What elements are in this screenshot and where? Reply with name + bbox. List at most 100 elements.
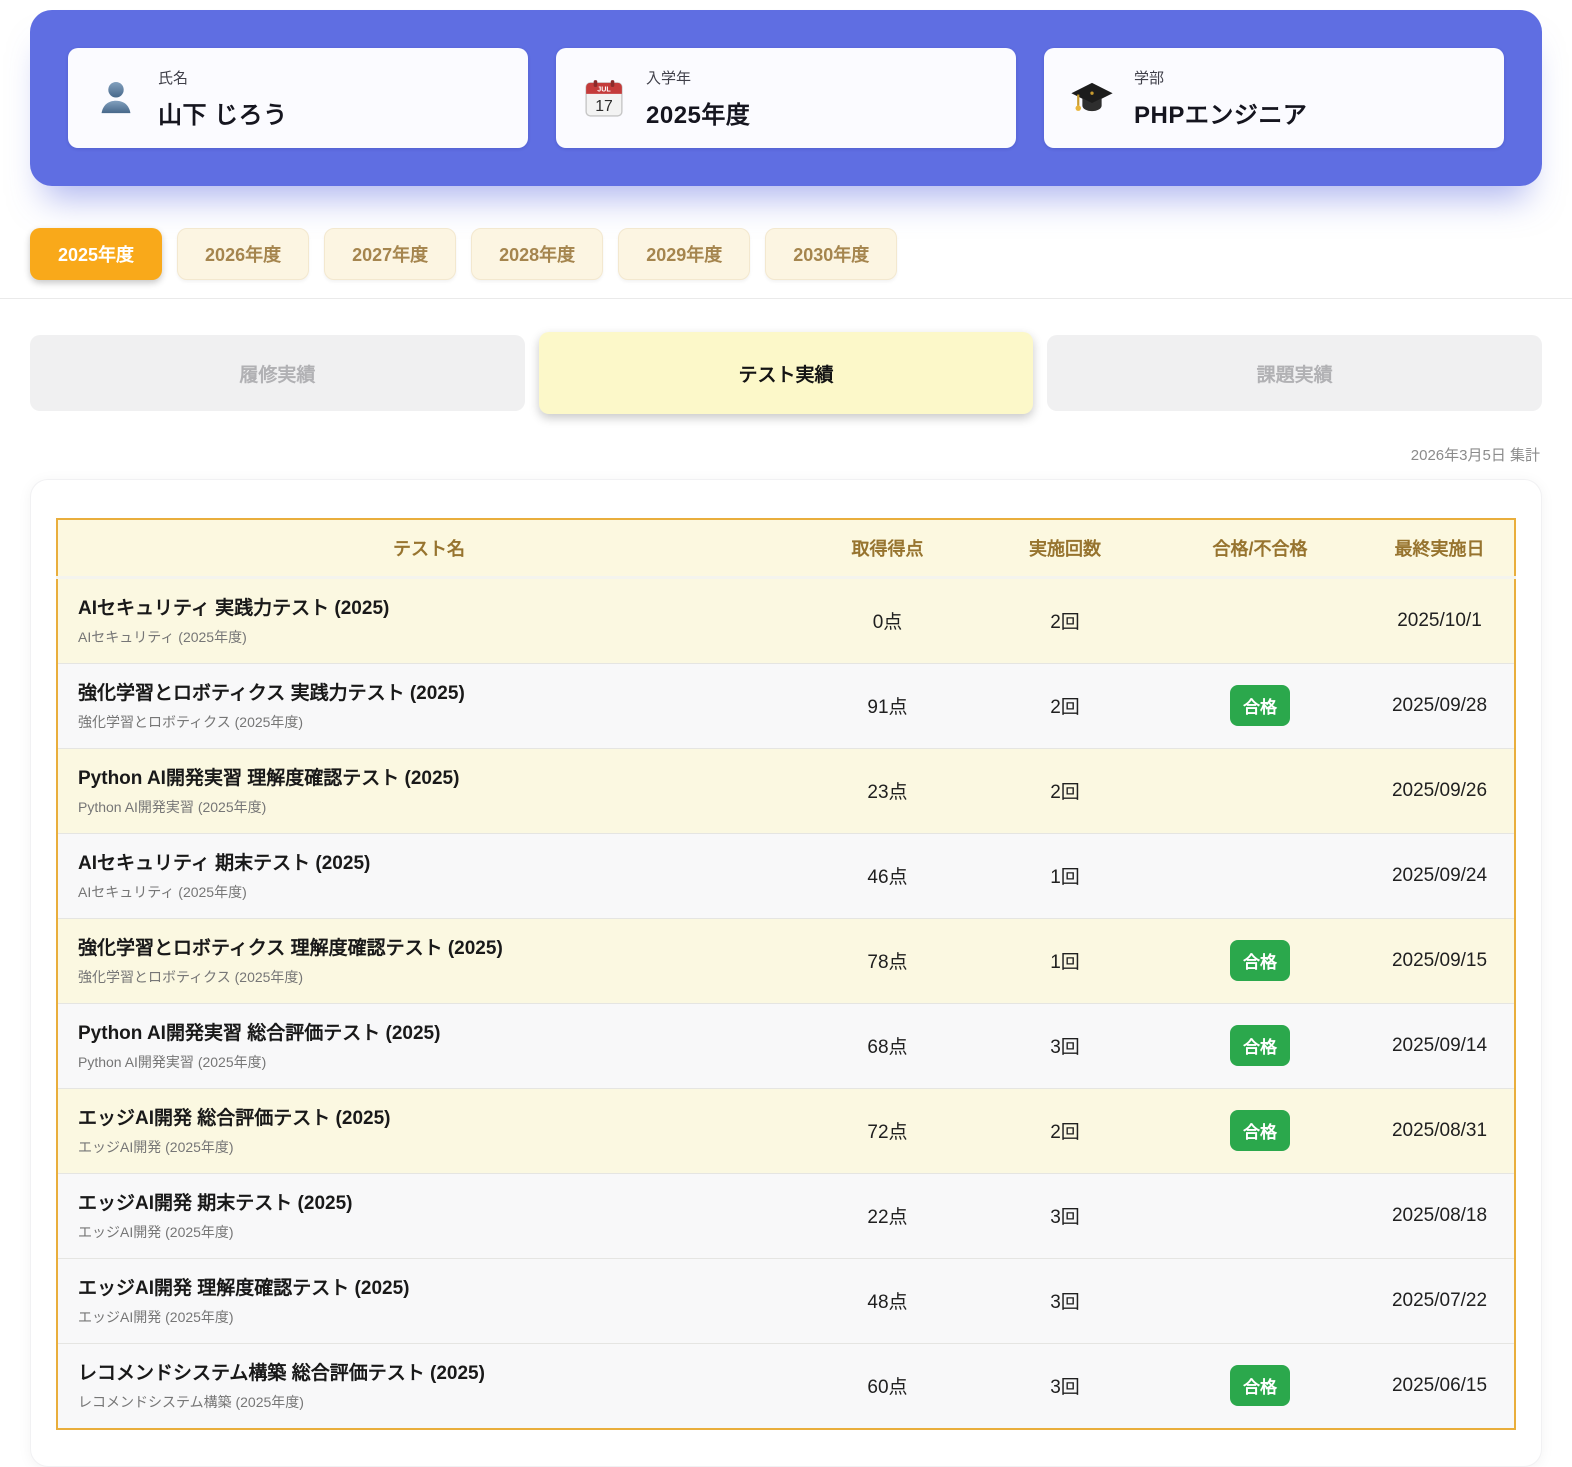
last-taken-date: 2025/10/1 <box>1365 577 1515 663</box>
course-name: エッジAI開発 (2025年度) <box>78 1222 790 1242</box>
table-row: AIセキュリティ 実践力テスト (2025) AIセキュリティ (2025年度)… <box>57 577 1515 663</box>
pass-badge: 合格 <box>1230 685 1290 726</box>
pass-badge: 合格 <box>1230 1025 1290 1066</box>
student-name-card: 氏名 山下 じろう <box>68 48 528 148</box>
table-row: エッジAI開発 期末テスト (2025) エッジAI開発 (2025年度) 22… <box>57 1173 1515 1258</box>
score-cell: 91点 <box>800 663 975 748</box>
result-cell <box>1155 833 1365 918</box>
attempts-cell: 2回 <box>975 663 1155 748</box>
test-name: エッジAI開発 総合評価テスト (2025) <box>78 1103 790 1130</box>
score-cell: 72点 <box>800 1088 975 1173</box>
result-cell: 合格 <box>1155 918 1365 1003</box>
table-row: 強化学習とロボティクス 理解度確認テスト (2025) 強化学習とロボティクス … <box>57 918 1515 1003</box>
enrollment-year: 2025年度 <box>646 95 750 130</box>
divider <box>0 298 1572 299</box>
test-name: Python AI開発実習 理解度確認テスト (2025) <box>78 763 790 790</box>
test-name: レコメンドシステム構築 総合評価テスト (2025) <box>78 1358 790 1385</box>
faculty-field: 学部 PHPエンジニア <box>1134 67 1307 130</box>
result-cell: 合格 <box>1155 1088 1365 1173</box>
attempts-cell: 2回 <box>975 1088 1155 1173</box>
section-tab[interactable]: 課題実績 <box>1047 335 1542 411</box>
field-label: 学部 <box>1134 67 1307 88</box>
faculty-card: 学部 PHPエンジニア <box>1044 48 1504 148</box>
attempts-cell: 3回 <box>975 1343 1155 1429</box>
attempts-cell: 1回 <box>975 833 1155 918</box>
section-tab[interactable]: テスト実績 <box>539 332 1034 414</box>
year-tab[interactable]: 2028年度 <box>471 228 603 280</box>
enrollment-year-card: JUL 17 入学年 2025年度 <box>556 48 1016 148</box>
table-header-row: テスト名 取得得点 実施回数 合格/不合格 最終実施日 <box>57 519 1515 577</box>
svg-text:17: 17 <box>595 98 613 115</box>
field-label: 氏名 <box>158 67 288 88</box>
test-name: 強化学習とロボティクス 実践力テスト (2025) <box>78 678 790 705</box>
pass-badge: 合格 <box>1230 1110 1290 1151</box>
attempts-cell: 2回 <box>975 577 1155 663</box>
column-attempts: 実施回数 <box>975 519 1155 577</box>
last-taken-date: 2025/09/28 <box>1365 663 1515 748</box>
test-name: エッジAI開発 理解度確認テスト (2025) <box>78 1273 790 1300</box>
attempts-cell: 3回 <box>975 1003 1155 1088</box>
result-cell <box>1155 577 1365 663</box>
result-cell: 合格 <box>1155 1343 1365 1429</box>
graduation-cap-icon <box>1070 76 1114 120</box>
course-name: レコメンドシステム構築 (2025年度) <box>78 1392 790 1412</box>
result-cell: 合格 <box>1155 663 1365 748</box>
year-tab[interactable]: 2026年度 <box>177 228 309 280</box>
result-cell <box>1155 1173 1365 1258</box>
test-name: Python AI開発実習 総合評価テスト (2025) <box>78 1018 790 1045</box>
last-taken-date: 2025/09/26 <box>1365 748 1515 833</box>
year-tab[interactable]: 2027年度 <box>324 228 456 280</box>
test-name: 強化学習とロボティクス 理解度確認テスト (2025) <box>78 933 790 960</box>
result-cell <box>1155 1258 1365 1343</box>
column-score: 取得得点 <box>800 519 975 577</box>
attempts-cell: 2回 <box>975 748 1155 833</box>
course-name: 強化学習とロボティクス (2025年度) <box>78 967 790 987</box>
table-row: AIセキュリティ 期末テスト (2025) AIセキュリティ (2025年度) … <box>57 833 1515 918</box>
field-label: 入学年 <box>646 67 750 88</box>
course-name: エッジAI開発 (2025年度) <box>78 1137 790 1157</box>
test-name: エッジAI開発 期末テスト (2025) <box>78 1188 790 1215</box>
last-taken-date: 2025/09/24 <box>1365 833 1515 918</box>
table-row: エッジAI開発 理解度確認テスト (2025) エッジAI開発 (2025年度)… <box>57 1258 1515 1343</box>
year-tab[interactable]: 2025年度 <box>30 228 162 280</box>
score-cell: 23点 <box>800 748 975 833</box>
score-cell: 0点 <box>800 577 975 663</box>
table-row: エッジAI開発 総合評価テスト (2025) エッジAI開発 (2025年度) … <box>57 1088 1515 1173</box>
test-name: AIセキュリティ 実践力テスト (2025) <box>78 593 790 620</box>
last-taken-date: 2025/08/18 <box>1365 1173 1515 1258</box>
course-name: Python AI開発実習 (2025年度) <box>78 797 790 817</box>
course-name: Python AI開発実習 (2025年度) <box>78 1052 790 1072</box>
attempts-cell: 3回 <box>975 1173 1155 1258</box>
course-name: AIセキュリティ (2025年度) <box>78 627 790 647</box>
year-tab[interactable]: 2030年度 <box>765 228 897 280</box>
faculty-name: PHPエンジニア <box>1134 95 1307 130</box>
score-cell: 46点 <box>800 833 975 918</box>
course-name: エッジAI開発 (2025年度) <box>78 1307 790 1327</box>
score-cell: 78点 <box>800 918 975 1003</box>
score-cell: 48点 <box>800 1258 975 1343</box>
last-taken-date: 2025/06/15 <box>1365 1343 1515 1429</box>
section-tabs: 履修実績テスト実績課題実績 <box>30 332 1542 414</box>
course-name: AIセキュリティ (2025年度) <box>78 882 790 902</box>
table-row: Python AI開発実習 理解度確認テスト (2025) Python AI開… <box>57 748 1515 833</box>
section-tab[interactable]: 履修実績 <box>30 335 525 411</box>
result-cell <box>1155 748 1365 833</box>
table-row: Python AI開発実習 総合評価テスト (2025) Python AI開発… <box>57 1003 1515 1088</box>
svg-text:JUL: JUL <box>597 86 611 94</box>
aggregation-date: 2026年3月5日 集計 <box>32 444 1540 465</box>
enrollment-year-field: 入学年 2025年度 <box>646 67 750 130</box>
attempts-cell: 3回 <box>975 1258 1155 1343</box>
calendar-icon: JUL 17 <box>582 76 626 120</box>
pass-badge: 合格 <box>1230 940 1290 981</box>
attempts-cell: 1回 <box>975 918 1155 1003</box>
column-pass-fail: 合格/不合格 <box>1155 519 1365 577</box>
column-test-name: テスト名 <box>57 519 800 577</box>
test-name: AIセキュリティ 期末テスト (2025) <box>78 848 790 875</box>
last-taken-date: 2025/09/14 <box>1365 1003 1515 1088</box>
student-name-field: 氏名 山下 じろう <box>158 67 288 130</box>
person-icon <box>94 76 138 120</box>
score-cell: 68点 <box>800 1003 975 1088</box>
score-cell: 60点 <box>800 1343 975 1429</box>
student-info-banner: 氏名 山下 じろう JUL 17 入学年 2025年度 <box>30 10 1542 186</box>
year-tab[interactable]: 2029年度 <box>618 228 750 280</box>
